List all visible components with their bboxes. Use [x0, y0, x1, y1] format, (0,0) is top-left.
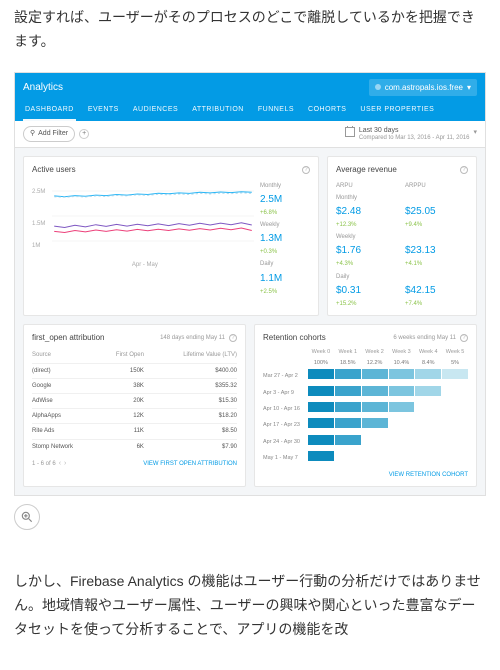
date-range-selector[interactable]: Last 30 days Compared to Mar 13, 2016 - … [345, 127, 477, 142]
filter-icon: ⚲ [30, 128, 35, 140]
attribution-card: first_open attribution 148 days ending M… [23, 324, 246, 488]
table-row: Stomp Network6K$7.90 [32, 439, 237, 454]
date-compare: Compared to Mar 13, 2016 - Apr 11, 2016 [359, 135, 470, 142]
analytics-dashboard: Analytics com.astropals.ios.free ▾ DASHB… [14, 72, 486, 497]
screenshot-container: Analytics com.astropals.ios.free ▾ DASHB… [14, 72, 486, 531]
app-title: Analytics [23, 79, 63, 96]
filter-row: ⚲ Add Filter + Last 30 days Compared to … [15, 121, 485, 148]
project-selector[interactable]: com.astropals.ios.free ▾ [369, 79, 477, 97]
add-filter-button[interactable]: ⚲ Add Filter [23, 126, 75, 142]
paragraph-top: 設定すれば、ユーザーがそのプロセスのどこで離脱しているかを把握できます。 [14, 6, 486, 54]
metric: Daily1.1M+2.5% [260, 259, 310, 296]
chevron-right-icon[interactable]: › [64, 458, 66, 470]
card-subtitle: 148 days ending May 11 [160, 333, 225, 343]
app-header: Analytics com.astropals.ios.free ▾ DASHB… [15, 73, 485, 121]
nav-tabs: DASHBOARD EVENTS AUDIENCES ATTRIBUTION FUNNE… [23, 100, 477, 121]
tab-cohorts[interactable]: COHORTS [306, 100, 348, 121]
tab-attribution[interactable]: ATTRIBUTION [190, 100, 246, 121]
active-users-metrics: Monthly2.5M+6.8%Weekly1.3M+0.3%Daily1.1M… [260, 181, 310, 297]
active-users-chart: 2.5M 1.5M 1M Apr - May [32, 181, 254, 271]
add-filter-label: Add Filter [38, 128, 68, 140]
tab-dashboard[interactable]: DASHBOARD [23, 100, 76, 121]
card-title: Retention cohorts [263, 331, 326, 345]
help-icon[interactable]: ? [229, 334, 237, 342]
table-pager[interactable]: 1 - 6 of 6 ‹ › [32, 458, 66, 470]
metric: Monthly2.5M+6.8% [260, 181, 310, 218]
card-title: first_open attribution [32, 331, 105, 345]
calendar-icon [345, 127, 355, 137]
plus-icon[interactable]: + [79, 129, 89, 139]
help-icon[interactable]: ? [302, 166, 310, 174]
tab-events[interactable]: EVENTS [86, 100, 121, 121]
average-revenue-card: Average revenue ? ARPUARPPUMonthly$2.48+… [327, 156, 477, 316]
view-attribution-link[interactable]: VIEW FIRST OPEN ATTRIBUTION [143, 459, 237, 469]
paragraph-bottom: しかし、Firebase Analytics の機能はユーザー行動の分析だけでは… [14, 570, 486, 641]
cohort-heatmap: Week 0Week 1Week 2Week 3Week 4Week 5100%… [263, 348, 468, 466]
view-cohort-link[interactable]: VIEW RETENTION COHORT [389, 470, 468, 480]
metric: Weekly1.3M+0.3% [260, 220, 310, 257]
table-row: Rite Ads11K$8.50 [32, 424, 237, 439]
ytick: 1M [32, 241, 40, 251]
table-row: AdWise20K$15.30 [32, 394, 237, 409]
table-row: AlphaApps12K$18.20 [32, 409, 237, 424]
xlabel: Apr - May [132, 260, 158, 270]
active-users-card: Active users ? 2.5M 1.5M 1M Apr - May Mo… [23, 156, 319, 316]
tab-funnels[interactable]: FUNNELS [256, 100, 296, 121]
retention-cohorts-card: Retention cohorts 6 weeks ending May 11 … [254, 324, 477, 488]
ytick: 1.5M [32, 219, 45, 229]
help-icon[interactable]: ? [460, 166, 468, 174]
chevron-down-icon: ▾ [467, 81, 471, 95]
table-row: Google38K$355.32 [32, 378, 237, 393]
card-title: Active users [32, 163, 76, 177]
card-subtitle: 6 weeks ending May 11 [393, 333, 456, 343]
table-row: (direct)150K$400.00 [32, 363, 237, 378]
tab-audiences[interactable]: AUDIENCES [131, 100, 180, 121]
help-icon[interactable]: ? [460, 334, 468, 342]
pager-text: 1 - 6 of 6 [32, 459, 56, 469]
android-icon [375, 84, 381, 90]
chevron-left-icon[interactable]: ‹ [59, 458, 61, 470]
card-title: Average revenue [336, 163, 397, 177]
attribution-table: SourceFirst OpenLifetime Value (LTV)(dir… [32, 348, 237, 453]
zoom-icon[interactable] [14, 504, 40, 530]
project-name: com.astropals.ios.free [385, 81, 463, 95]
ytick: 2.5M [32, 187, 45, 197]
tab-user-properties[interactable]: USER PROPERTIES [358, 100, 436, 121]
date-period: Last 30 days [359, 127, 470, 135]
chevron-down-icon: ▾ [473, 127, 477, 139]
